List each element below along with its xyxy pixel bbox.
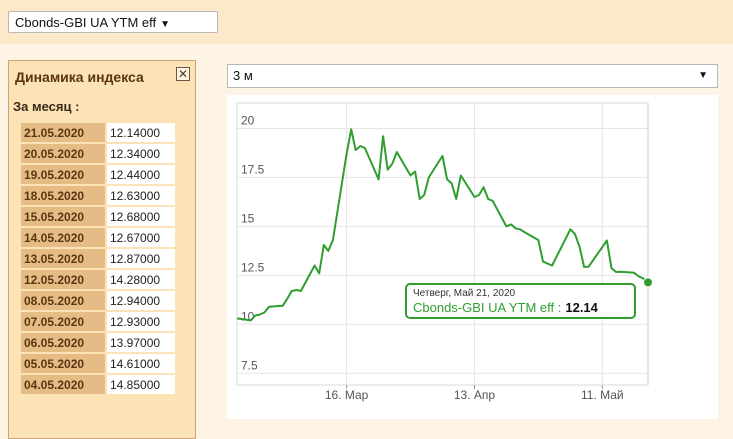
- table-row: 21.05.2020 12.14000: [21, 123, 175, 142]
- table-row: 08.05.2020 12.94000: [21, 291, 175, 310]
- y-tick-label: 20: [241, 113, 255, 127]
- y-tick-label: 10: [241, 309, 255, 323]
- row-date: 21.05.2020: [21, 123, 105, 142]
- row-value: 14.85000: [107, 375, 175, 394]
- data-point-marker: [643, 277, 653, 288]
- tooltip-date: Четверг, Май 21, 2020: [413, 288, 516, 299]
- table-row: 13.05.2020 12.87000: [21, 249, 175, 268]
- row-value: 12.63000: [107, 186, 175, 205]
- table-row: 15.05.2020 12.68000: [21, 207, 175, 226]
- row-date: 12.05.2020: [21, 270, 105, 289]
- table-row: 18.05.2020 12.63000: [21, 186, 175, 205]
- tooltip-row: Cbonds-GBI UA YTM eff :12.14: [413, 300, 628, 316]
- row-value: 12.87000: [107, 249, 175, 268]
- panel-subtitle: За месяц :: [13, 99, 80, 114]
- table-row: 12.05.2020 14.28000: [21, 270, 175, 289]
- index-select-value: Cbonds-GBI UA YTM eff: [15, 15, 157, 30]
- period-select[interactable]: 3 м ▼: [227, 64, 718, 88]
- period-select-value: 3 м: [233, 68, 253, 83]
- row-date: 06.05.2020: [21, 333, 105, 352]
- x-tick-label: 13. Апр: [454, 388, 496, 402]
- row-date: 15.05.2020: [21, 207, 105, 226]
- table-row: 07.05.2020 12.93000: [21, 312, 175, 331]
- history-table: 21.05.2020 12.14000 20.05.2020 12.34000 19.0…: [19, 121, 177, 396]
- row-date: 07.05.2020: [21, 312, 105, 331]
- chart-tooltip: Четверг, Май 21, 2020 Cbonds-GBI UA YTM …: [405, 283, 636, 319]
- table-row: 04.05.2020 14.85000: [21, 375, 175, 394]
- row-date: 04.05.2020: [21, 375, 105, 394]
- row-value: 12.44000: [107, 165, 175, 184]
- row-value: 14.28000: [107, 270, 175, 289]
- row-value: 12.68000: [107, 207, 175, 226]
- table-row: 20.05.2020 12.34000: [21, 144, 175, 163]
- y-tick-label: 15: [241, 211, 255, 225]
- caret-down-icon: ▼: [698, 70, 708, 81]
- row-date: 19.05.2020: [21, 165, 105, 184]
- row-value: 12.14000: [107, 123, 175, 142]
- table-row: 05.05.2020 14.61000: [21, 354, 175, 373]
- index-select[interactable]: Cbonds-GBI UA YTM eff ▼: [8, 11, 218, 33]
- table-row: 06.05.2020 13.97000: [21, 333, 175, 352]
- row-date: 13.05.2020: [21, 249, 105, 268]
- panel-title: Динамика индекса: [15, 69, 144, 85]
- tooltip-series: Cbonds-GBI UA YTM eff :: [413, 300, 562, 315]
- x-tick-label: 11. Май: [581, 388, 624, 402]
- index-line-chart[interactable]: 7.5 10 12.5 15 17.5 20 16. Мар 13. Апр 11. Май: [227, 95, 718, 419]
- row-value: 12.94000: [107, 291, 175, 310]
- row-date: 18.05.2020: [21, 186, 105, 205]
- table-row: 14.05.2020 12.67000: [21, 228, 175, 247]
- row-date: 20.05.2020: [21, 144, 105, 163]
- index-dynamics-panel: Динамика индекса ✕ За месяц : 21.05.2020…: [8, 60, 196, 439]
- caret-down-icon: ▼: [160, 19, 171, 30]
- tooltip-value: 12.14: [565, 300, 598, 315]
- row-value: 12.34000: [107, 144, 175, 163]
- row-value: 12.93000: [107, 312, 175, 331]
- plot-frame: [236, 102, 649, 386]
- row-value: 14.61000: [107, 354, 175, 373]
- x-tick-label: 16. Мар: [325, 388, 369, 402]
- y-tick-label: 17.5: [241, 162, 265, 176]
- row-value: 12.67000: [107, 228, 175, 247]
- row-date: 08.05.2020: [21, 291, 105, 310]
- close-icon[interactable]: ✕: [176, 67, 190, 81]
- table-row: 19.05.2020 12.44000: [21, 165, 175, 184]
- row-value: 13.97000: [107, 333, 175, 352]
- y-tick-label: 7.5: [241, 358, 258, 372]
- row-date: 14.05.2020: [21, 228, 105, 247]
- y-tick-label: 12.5: [241, 260, 265, 274]
- row-date: 05.05.2020: [21, 354, 105, 373]
